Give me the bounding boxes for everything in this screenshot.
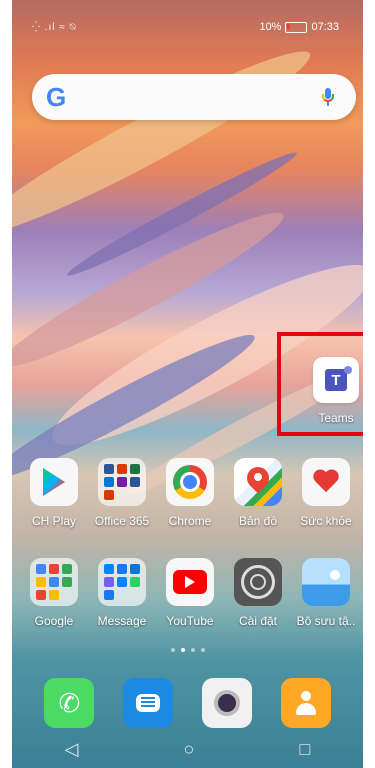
mic-icon[interactable] — [320, 87, 336, 107]
google-search-bar[interactable]: G — [32, 74, 356, 120]
phone-icon[interactable]: ✆ — [44, 678, 95, 728]
app-office-365[interactable]: Office 365 — [88, 458, 156, 528]
app-google-folder[interactable]: Google — [20, 558, 88, 628]
play-store-icon[interactable] — [30, 458, 78, 506]
status-bar: ⁛ .ıl ≈ ⍉ 10% 07:33 — [32, 20, 339, 34]
signal-icons: ⁛ .ıl ≈ ⍉ — [32, 21, 77, 33]
battery-percent: 10% — [259, 21, 282, 33]
google-logo-icon: G — [46, 82, 67, 112]
settings-icon[interactable] — [234, 558, 282, 606]
home-button[interactable]: ○ — [184, 740, 195, 758]
app-label: Google — [34, 614, 74, 628]
folder-icon[interactable] — [30, 558, 78, 606]
status-right: 10% 07:33 — [259, 21, 339, 33]
app-label: Bộ sưu tậ.. — [296, 614, 356, 628]
app-youtube[interactable]: YouTube — [156, 558, 224, 628]
folder-icon[interactable] — [98, 458, 146, 506]
app-label: Bản đồ — [238, 514, 278, 528]
maps-icon[interactable] — [234, 458, 282, 506]
app-label: Office 365 — [94, 514, 150, 528]
gallery-icon[interactable] — [302, 558, 350, 606]
app-health[interactable]: Sức khỏe — [292, 458, 360, 528]
app-chrome[interactable]: Chrome — [156, 458, 224, 528]
app-ch-play[interactable]: CH Play — [20, 458, 88, 528]
app-maps[interactable]: Bản đồ — [224, 458, 292, 528]
camera-icon[interactable] — [201, 678, 252, 728]
teams-highlight-box — [277, 332, 375, 436]
page-dot[interactable] — [200, 648, 205, 652]
clock: 07:33 — [311, 21, 339, 33]
home-screen: ⁛ .ıl ≈ ⍉ 10% 07:33 G T Teams CH Play Of… — [0, 0, 375, 768]
contacts-icon[interactable] — [280, 678, 331, 728]
page-dot[interactable] — [190, 648, 195, 652]
dock: ✆ — [30, 678, 345, 728]
chrome-icon[interactable] — [166, 458, 214, 506]
app-gallery[interactable]: Bộ sưu tậ.. — [292, 558, 360, 628]
page-indicator — [0, 648, 375, 652]
right-border — [363, 0, 375, 768]
messages-icon[interactable] — [123, 678, 174, 728]
battery-icon — [285, 21, 308, 33]
app-message-folder[interactable]: Message — [88, 558, 156, 628]
app-row-1: CH Play Office 365 Chrome Bản đồ Sức khỏ… — [20, 458, 360, 528]
app-label: Sức khỏe — [300, 514, 352, 528]
app-label: Chrome — [168, 514, 212, 528]
app-label: CH Play — [31, 514, 76, 528]
page-dot-active[interactable] — [180, 648, 185, 652]
app-row-2: Google Message YouTube Cài đặt Bộ sưu tậ… — [20, 558, 360, 628]
navigation-bar: ◁ ○ □ — [12, 730, 363, 768]
app-label: Message — [97, 614, 147, 628]
left-border — [0, 0, 12, 768]
recent-apps-button[interactable]: □ — [300, 740, 311, 758]
folder-icon[interactable] — [98, 558, 146, 606]
health-icon[interactable] — [302, 458, 350, 506]
page-dot[interactable] — [170, 648, 175, 652]
app-label: YouTube — [166, 614, 214, 628]
app-label: Cài đặt — [238, 614, 278, 628]
youtube-icon[interactable] — [166, 558, 214, 606]
back-button[interactable]: ◁ — [65, 740, 79, 758]
app-settings[interactable]: Cài đặt — [224, 558, 292, 628]
